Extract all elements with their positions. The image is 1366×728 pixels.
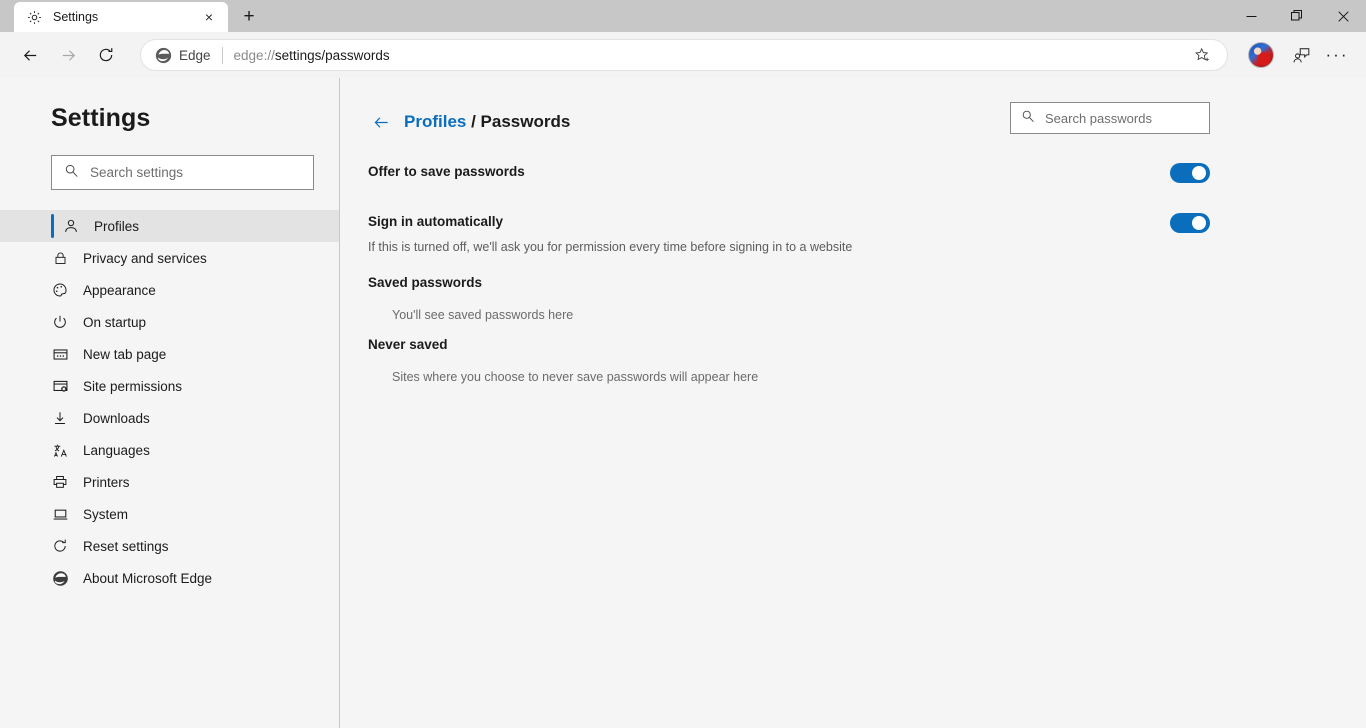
sidebar-item-label: Reset settings	[83, 538, 169, 554]
newtab-icon	[51, 345, 69, 363]
sidebar-item-languages[interactable]: Languages	[0, 434, 339, 466]
profile-avatar[interactable]	[1248, 42, 1274, 68]
sidebar-nav: Profiles Privacy and services Appearance…	[0, 210, 339, 594]
address-bar[interactable]: Edge edge://settings/passwords	[140, 39, 1228, 71]
close-window-icon[interactable]	[1320, 0, 1366, 32]
omnibox-divider	[221, 46, 223, 64]
favorites-star-icon[interactable]	[1187, 40, 1217, 70]
sidebar-item-appearance[interactable]: Appearance	[0, 274, 339, 306]
window-controls	[1228, 0, 1366, 32]
sidebar-item-profiles[interactable]: Profiles	[0, 210, 339, 242]
setting-sign-in-automatically: Sign in automatically If this is turned …	[368, 212, 1210, 256]
sidebar-item-about-microsoft-edge[interactable]: About Microsoft Edge	[0, 562, 339, 594]
sidebar-item-label: Printers	[83, 474, 130, 490]
tab-title: Settings	[53, 10, 99, 24]
back-button[interactable]	[12, 38, 48, 72]
collections-icon[interactable]	[1284, 38, 1318, 72]
search-settings-box[interactable]	[51, 155, 314, 190]
back-arrow-icon[interactable]	[368, 109, 394, 135]
forward-button[interactable]	[50, 38, 86, 72]
browser-toolbar: Edge edge://settings/passwords ···	[0, 32, 1366, 78]
search-settings-input[interactable]	[90, 165, 301, 180]
setting-label: Offer to save passwords	[368, 164, 525, 179]
sidebar-item-printers[interactable]: Printers	[0, 466, 339, 498]
sidebar-item-reset-settings[interactable]: Reset settings	[0, 530, 339, 562]
laptop-icon	[51, 505, 69, 523]
page-title: Settings	[51, 104, 151, 132]
download-icon	[51, 409, 69, 427]
url-scheme: edge://	[233, 47, 275, 63]
sidebar-item-privacy-and-services[interactable]: Privacy and services	[0, 242, 339, 274]
edge-logo-icon: Edge	[155, 47, 211, 64]
setting-label: Sign in automatically	[368, 214, 504, 229]
more-dots: ···	[1325, 45, 1349, 64]
sidebar-item-label: Privacy and services	[83, 250, 207, 266]
setting-text-group: Sign in automatically If this is turned …	[368, 212, 1170, 256]
setting-description: If this is turned off, we'll ask you for…	[368, 240, 853, 254]
reset-icon	[51, 537, 69, 555]
never-saved-heading: Never saved	[368, 337, 448, 352]
toggle-knob	[1192, 216, 1206, 230]
sidebar-item-label: Appearance	[83, 282, 156, 298]
breadcrumb-separator: /	[466, 112, 481, 131]
settings-content: Profiles / Passwords Offer to save passw…	[340, 78, 1366, 728]
toggle-knob	[1192, 166, 1206, 180]
sidebar-item-site-permissions[interactable]: Site permissions	[0, 370, 339, 402]
content-header: Profiles / Passwords	[340, 102, 1366, 142]
gear-icon	[26, 9, 43, 26]
power-icon	[51, 313, 69, 331]
person-icon	[62, 217, 80, 235]
search-icon	[64, 163, 79, 183]
new-tab-button[interactable]: +	[234, 2, 264, 32]
settings-list: Offer to save passwords Sign in automati…	[340, 142, 1366, 386]
close-icon[interactable]: ×	[198, 6, 220, 28]
setting-text-group: Offer to save passwords	[368, 162, 1170, 182]
sign-in-automatically-toggle[interactable]	[1170, 213, 1210, 233]
refresh-button[interactable]	[88, 38, 124, 72]
languages-icon	[51, 441, 69, 459]
edge-logo-icon	[51, 569, 69, 587]
breadcrumb-parent[interactable]: Profiles	[404, 112, 466, 131]
omnibox-brand-label: Edge	[179, 47, 211, 63]
palette-icon	[51, 281, 69, 299]
search-passwords-input[interactable]	[1045, 110, 1199, 126]
sidebar-item-downloads[interactable]: Downloads	[0, 402, 339, 434]
sidebar-item-label: About Microsoft Edge	[83, 570, 213, 586]
printer-icon	[51, 473, 69, 491]
sidebar-item-label: New tab page	[83, 346, 167, 362]
settings-sidebar: Settings Profiles	[0, 78, 340, 728]
restore-icon[interactable]	[1274, 0, 1320, 32]
url-path: settings/passwords	[274, 47, 390, 63]
sidebar-item-label: System	[83, 506, 129, 522]
settings-page: Settings Profiles	[0, 78, 1366, 728]
titlebar: Settings × +	[0, 0, 1366, 32]
sidebar-item-label: Site permissions	[83, 378, 183, 394]
minimize-icon[interactable]	[1228, 0, 1274, 32]
sidebar-item-label: Languages	[83, 442, 150, 458]
sidebar-item-label: On startup	[83, 314, 147, 330]
browser-tab-settings[interactable]: Settings ×	[14, 2, 228, 32]
url-text[interactable]: edge://settings/passwords	[234, 48, 1187, 63]
breadcrumb: Profiles / Passwords	[404, 112, 570, 132]
sidebar-item-system[interactable]: System	[0, 498, 339, 530]
saved-passwords-heading: Saved passwords	[368, 275, 483, 290]
sidebar-item-on-startup[interactable]: On startup	[0, 306, 339, 338]
sidebar-item-new-tab-page[interactable]: New tab page	[0, 338, 339, 370]
lock-icon	[51, 249, 69, 267]
search-icon	[1021, 109, 1035, 128]
permissions-icon	[51, 377, 69, 395]
sidebar-item-label: Downloads	[83, 410, 150, 426]
sidebar-item-label: Profiles	[94, 218, 140, 234]
saved-passwords-empty-text: You'll see saved passwords here	[392, 308, 574, 322]
setting-offer-to-save-passwords: Offer to save passwords	[368, 162, 1210, 192]
breadcrumb-current: Passwords	[480, 112, 571, 131]
never-saved-empty-text: Sites where you choose to never save pas…	[392, 370, 759, 384]
offer-to-save-passwords-toggle[interactable]	[1170, 163, 1210, 183]
more-menu-icon[interactable]: ···	[1320, 38, 1354, 72]
search-passwords-box[interactable]	[1010, 102, 1210, 134]
